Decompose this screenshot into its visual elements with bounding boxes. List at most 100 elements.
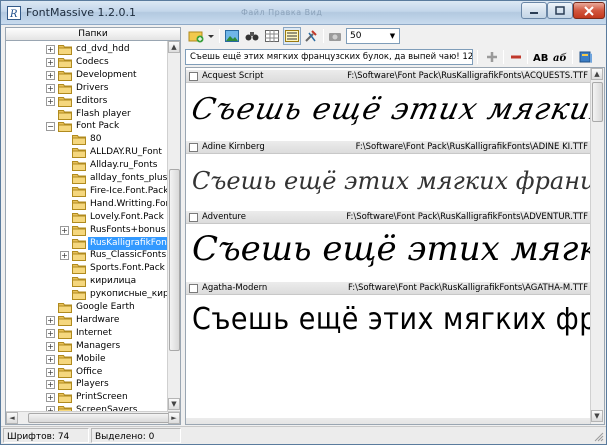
chevron-down-icon[interactable]: ▼ — [386, 29, 399, 43]
uppercase-icon: AB — [533, 53, 548, 63]
zoom-in-button[interactable] — [483, 48, 501, 66]
folder-label: Internet — [76, 327, 112, 338]
scroll-thumb[interactable] — [28, 413, 176, 423]
font-checkbox[interactable] — [189, 142, 198, 152]
expand-icon[interactable]: + — [46, 96, 55, 106]
minimize-button[interactable] — [521, 2, 547, 19]
title-bar[interactable]: R FontMassive 1.2.0.1 Файл Правка Вид — [1, 1, 606, 25]
expand-icon[interactable]: + — [46, 367, 55, 377]
toolbar-separator — [503, 50, 504, 64]
folder-label: Hardware — [76, 314, 120, 325]
folder-label: Mobile — [76, 353, 106, 364]
window-title: FontMassive 1.2.0.1 — [26, 6, 136, 19]
uppercase-button[interactable]: AB — [532, 48, 550, 66]
install-font-button[interactable] — [577, 48, 595, 66]
expand-icon[interactable]: + — [46, 354, 55, 364]
folder-icon — [58, 109, 72, 120]
folder-icon — [72, 173, 86, 184]
folder-icon — [72, 199, 86, 210]
font-checkbox[interactable] — [189, 283, 198, 293]
book-icon — [579, 51, 592, 63]
folder-label: кирилица — [90, 276, 137, 287]
font-entry[interactable]: Adventure F:\Software\Font Pack\RusKallig… — [186, 211, 604, 284]
expand-icon[interactable]: + — [46, 57, 55, 67]
list-view-icon — [285, 30, 299, 42]
expand-icon[interactable]: + — [46, 70, 55, 80]
view-image-button[interactable] — [223, 27, 241, 45]
collapse-icon[interactable]: − — [46, 122, 55, 132]
minimize-icon — [530, 11, 538, 14]
folder-label: Office — [76, 366, 103, 377]
scroll-up-arrow[interactable]: ▲ — [591, 68, 603, 80]
scroll-left-arrow[interactable]: ◄ — [6, 412, 18, 424]
print-button[interactable] — [326, 27, 344, 45]
folder-label: cd_dvd_hdd — [76, 44, 130, 54]
folder-icon — [58, 83, 72, 94]
svg-text:aб: aб — [553, 53, 567, 63]
folder-icon — [58, 367, 72, 378]
expand-icon[interactable]: + — [60, 225, 69, 235]
folder-icon — [58, 57, 72, 68]
sample-text-input[interactable]: Съешь ещё этих мягких французских булок,… — [185, 49, 473, 65]
maximize-icon — [555, 6, 565, 15]
svg-text:AB: AB — [533, 53, 548, 63]
folder-icon — [58, 328, 72, 339]
grid-view-button[interactable] — [263, 27, 281, 45]
folder-icon — [72, 186, 86, 197]
scroll-right-arrow[interactable]: ► — [168, 412, 180, 424]
font-name: Acquest Script — [202, 71, 264, 81]
scroll-down-arrow[interactable]: ▼ — [168, 398, 180, 410]
expand-icon[interactable]: + — [46, 341, 55, 351]
binoculars-icon — [245, 32, 259, 41]
folder-label: RusKalligrafikFonts — [88, 236, 178, 250]
font-entry-header — [186, 418, 591, 424]
expand-icon[interactable]: + — [46, 315, 55, 325]
folder-icon — [58, 315, 72, 326]
font-size-select[interactable]: 50 ▼ — [346, 28, 400, 44]
expand-icon[interactable]: + — [46, 380, 55, 390]
folder-icon — [58, 44, 72, 55]
svg-text:R: R — [9, 9, 18, 20]
scroll-down-arrow[interactable]: ▼ — [591, 410, 603, 422]
main-toolbar: 50 ▼ — [185, 27, 605, 45]
folder-tree-hscrollbar[interactable]: ◄ ► — [6, 411, 180, 424]
folder-tree-vscrollbar[interactable]: ▲ ▼ — [167, 41, 180, 411]
expand-icon[interactable]: + — [46, 328, 55, 338]
find-button[interactable] — [243, 27, 261, 45]
expand-icon[interactable]: + — [46, 45, 55, 54]
font-entry[interactable]: Acquest Script F:\Software\Font Pack\RusK… — [186, 70, 604, 143]
add-font-button[interactable] — [187, 27, 215, 45]
status-bar: Шрифтов: 74 Выделено: 0 — [1, 426, 606, 444]
toolbar-separator — [219, 29, 220, 43]
font-entry-header: Acquest Script F:\Software\Font Pack\RusK… — [186, 70, 591, 83]
scroll-thumb[interactable] — [592, 82, 603, 122]
expand-icon[interactable]: + — [46, 393, 55, 403]
folder-label: Editors — [76, 95, 108, 106]
resize-grip-icon[interactable] — [594, 432, 604, 442]
font-list-scrollbar[interactable]: ▲ ▼ — [590, 68, 604, 424]
list-view-button[interactable] — [283, 27, 301, 45]
font-preview-list[interactable]: Agatha-Modern F:\Software\Font Pack\RusKa… — [185, 67, 605, 425]
font-entry[interactable]: Agatha-Modern F:\Software\Font Pack\RusKa… — [186, 281, 604, 355]
folder-label: Lovely.Font.Pack — [90, 211, 164, 222]
folder-icon — [58, 354, 72, 365]
scroll-up-arrow[interactable]: ▲ — [168, 41, 180, 53]
font-checkbox[interactable] — [189, 72, 198, 81]
folder-label: Flash player — [76, 108, 131, 119]
folder-tree[interactable]: + cd_dvd_hdd + Codecs + Development + Drivers + E… — [5, 41, 181, 425]
expand-icon[interactable]: + — [60, 251, 69, 261]
mixedcase-button[interactable]: aб — [552, 48, 570, 66]
scroll-thumb[interactable] — [169, 169, 180, 351]
font-entry[interactable]: Adine Kirnberg F:\Software\Font Pack\RusK… — [186, 140, 604, 214]
close-button[interactable] — [573, 2, 605, 19]
zoom-out-button[interactable] — [507, 48, 525, 66]
background-window-menu: Файл Правка Вид — [241, 8, 323, 17]
settings-button[interactable] — [302, 27, 320, 45]
expand-icon[interactable]: + — [46, 83, 55, 93]
maximize-button[interactable] — [547, 2, 573, 19]
folder-label: Sports.Font.Pack — [90, 263, 165, 274]
font-sample-text: Съешь ещё этих мягких французских бул — [192, 166, 604, 195]
font-checkbox[interactable] — [189, 213, 198, 222]
toolbar-separator — [477, 50, 478, 64]
app-icon: R — [7, 6, 21, 20]
